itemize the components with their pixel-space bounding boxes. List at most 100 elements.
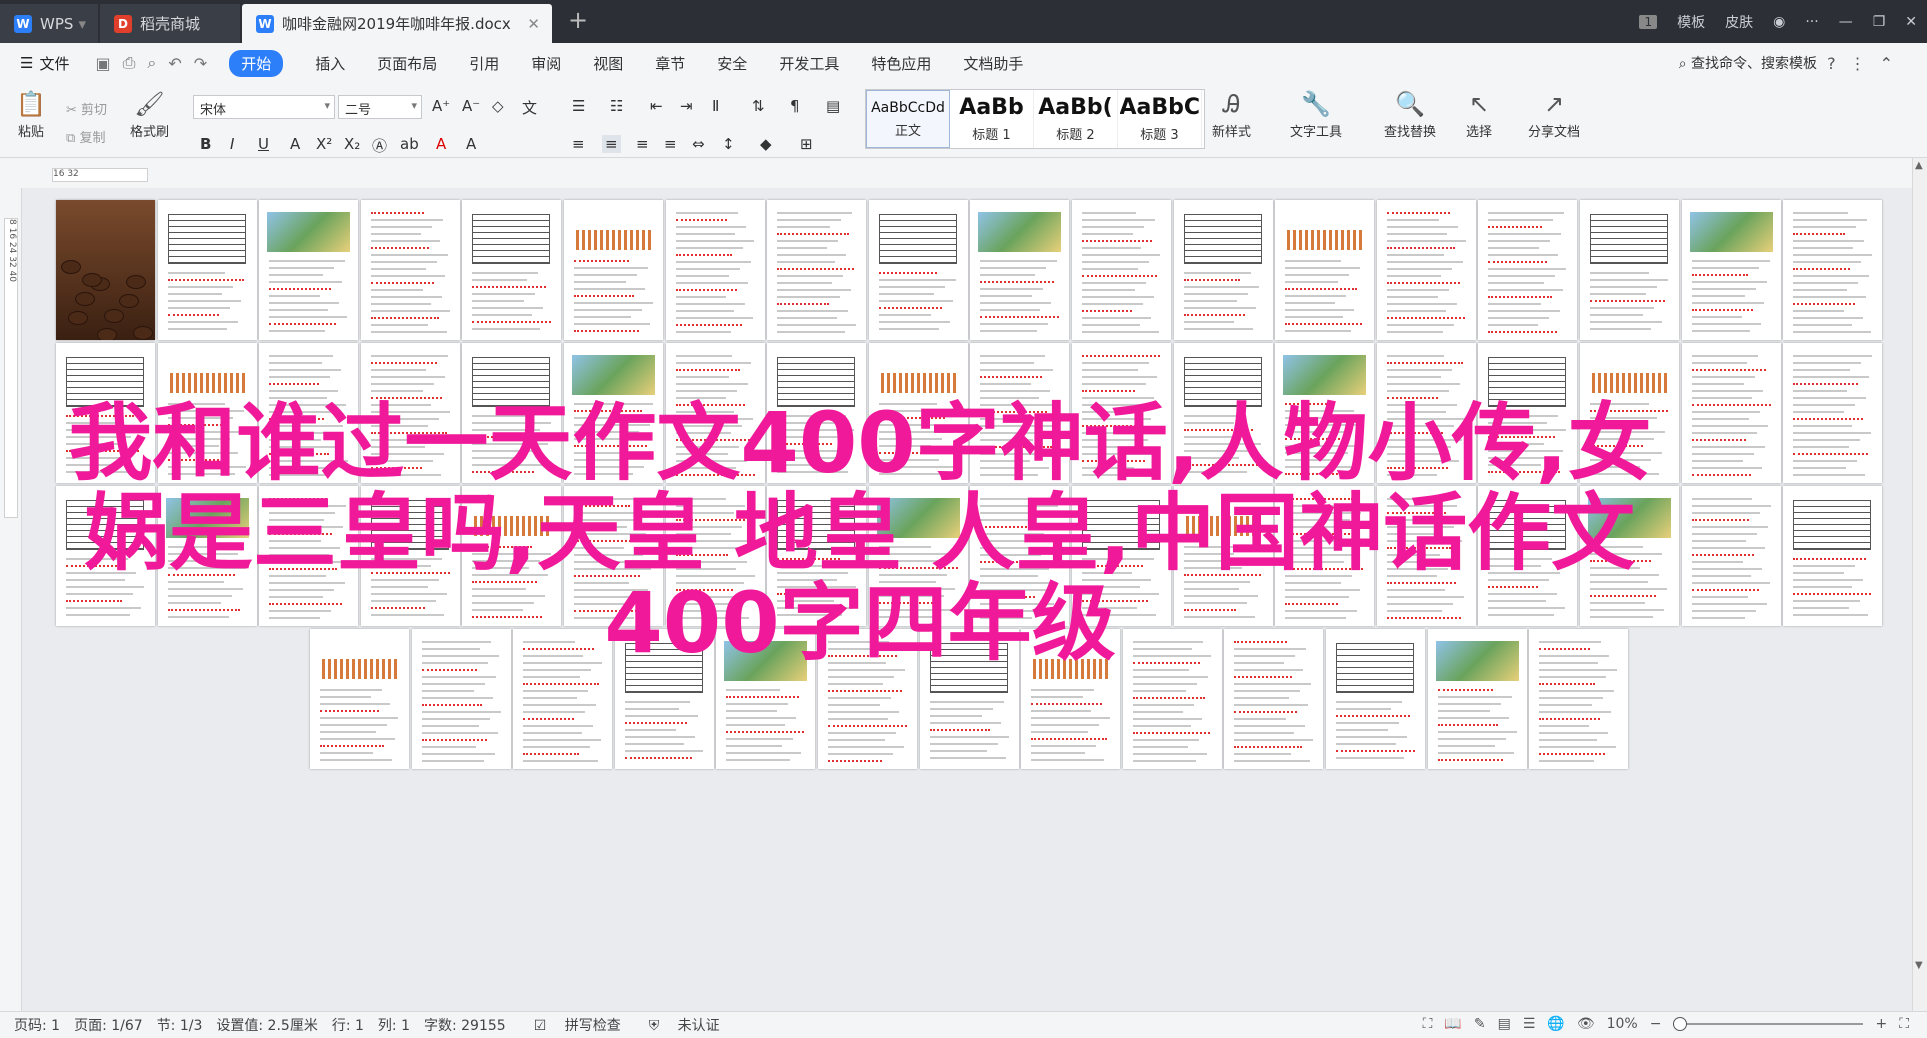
auth-button[interactable]: ⛨ 未认证: [635, 1015, 720, 1035]
preview-icon[interactable]: ⌕: [147, 53, 156, 73]
page-thumbnail[interactable]: [310, 629, 409, 769]
page-thumbnail[interactable]: [868, 200, 968, 340]
page-thumbnail[interactable]: [360, 486, 460, 626]
page-thumbnail[interactable]: [1783, 200, 1883, 340]
ruler-scale[interactable]: 16 32: [52, 168, 148, 182]
status-page[interactable]: 页面: 1/67: [74, 1015, 143, 1035]
page-thumbnail[interactable]: [157, 200, 257, 340]
page-thumbnail[interactable]: [1326, 629, 1425, 769]
align-center-icon[interactable]: ≡: [602, 135, 621, 153]
tab-features[interactable]: 特色应用: [871, 53, 931, 74]
page-thumbnail[interactable]: [665, 200, 765, 340]
page-thumbnail[interactable]: [767, 200, 867, 340]
page-thumbnail[interactable]: [1072, 486, 1171, 626]
copy-button[interactable]: ⧉ 复制: [66, 127, 105, 146]
page-thumbnail[interactable]: [665, 343, 765, 483]
subscript-icon[interactable]: X₂: [344, 135, 360, 153]
bullet-list-icon[interactable]: ☰: [572, 97, 585, 115]
new-style-button[interactable]: Ꭿ 新样式: [1212, 87, 1251, 140]
scroll-down-icon[interactable]: ▼: [1915, 960, 1923, 971]
page-view-icon[interactable]: ▤: [1498, 1016, 1511, 1032]
tab-review[interactable]: 审阅: [531, 53, 561, 74]
find-replace-button[interactable]: 🔍 查找替换: [1384, 87, 1436, 140]
tab-view[interactable]: 视图: [593, 53, 623, 74]
paste-button[interactable]: 📋 粘贴: [14, 87, 48, 140]
page-thumbnail[interactable]: [716, 629, 816, 769]
page-thumbnail[interactable]: [1072, 343, 1171, 483]
fullscreen-icon[interactable]: ⛶: [1423, 1016, 1433, 1032]
shrink-font-icon[interactable]: A⁻: [462, 97, 480, 115]
page-thumbnail[interactable]: [1681, 486, 1781, 626]
outline-view-icon[interactable]: ☰: [1523, 1016, 1536, 1032]
page-thumbnail[interactable]: [56, 486, 155, 626]
page-thumbnail[interactable]: [1173, 486, 1273, 626]
close-icon[interactable]: ✕: [1905, 14, 1917, 30]
page-thumbnail[interactable]: [818, 629, 917, 769]
page-thumbnail[interactable]: [513, 629, 613, 769]
page-thumbnail[interactable]: [1580, 343, 1679, 483]
zoom-level[interactable]: 10%: [1607, 1016, 1638, 1032]
page-thumbnail[interactable]: [614, 629, 714, 769]
show-marks-icon[interactable]: ¶: [790, 97, 800, 115]
share-doc-button[interactable]: ↗ 分享文档: [1528, 87, 1580, 140]
redo-icon[interactable]: ↷: [194, 54, 207, 73]
document-canvas[interactable]: [22, 188, 1912, 1011]
page-thumbnail[interactable]: [462, 200, 562, 340]
page-thumbnail[interactable]: [462, 486, 562, 626]
page-thumbnail[interactable]: [56, 200, 155, 340]
page-thumbnail[interactable]: [1275, 343, 1375, 483]
align-left-icon[interactable]: ≡: [572, 135, 585, 153]
zoom-in-icon[interactable]: +: [1875, 1016, 1887, 1032]
page-thumbnail[interactable]: [259, 343, 359, 483]
collapse-icon[interactable]: ⌃: [1880, 54, 1907, 73]
justify-icon[interactable]: ≡: [664, 135, 677, 153]
page-thumbnail[interactable]: [1173, 200, 1273, 340]
page-thumbnail[interactable]: [1021, 629, 1121, 769]
page-thumbnail[interactable]: [1529, 629, 1629, 769]
page-thumbnail[interactable]: [1376, 200, 1476, 340]
page-thumbnail[interactable]: [1580, 200, 1679, 340]
page-thumbnail[interactable]: [868, 343, 968, 483]
page-thumbnail[interactable]: [462, 343, 562, 483]
page-thumbnail[interactable]: [665, 486, 765, 626]
text-tools-button[interactable]: 🔧 文字工具: [1290, 87, 1342, 140]
select-button[interactable]: ↖ 选择: [1462, 87, 1496, 140]
scroll-up-icon[interactable]: ▲: [1915, 160, 1923, 171]
page-thumbnail[interactable]: [1173, 343, 1273, 483]
print-icon[interactable]: ⎙: [123, 53, 136, 73]
page-thumbnail[interactable]: [564, 200, 663, 340]
page-thumbnail[interactable]: [1122, 629, 1222, 769]
sort-icon[interactable]: ⇅: [752, 97, 765, 115]
decrease-indent-icon[interactable]: ⇤: [650, 97, 663, 115]
template-button[interactable]: 模板: [1677, 12, 1705, 32]
bold-icon[interactable]: B: [200, 135, 211, 153]
page-thumbnail[interactable]: [360, 200, 460, 340]
avatar[interactable]: ◉: [1773, 14, 1785, 30]
eye-protect-icon[interactable]: 👁: [1577, 1016, 1595, 1032]
page-thumbnail[interactable]: [970, 486, 1070, 626]
underline-icon[interactable]: U: [258, 135, 269, 153]
shading-icon[interactable]: ◆: [760, 135, 772, 153]
status-word-count[interactable]: 字数: 29155: [424, 1015, 506, 1035]
page-thumbnail[interactable]: [970, 200, 1070, 340]
status-page-number[interactable]: 页码: 1: [14, 1015, 60, 1035]
tab-security[interactable]: 安全: [717, 53, 747, 74]
tab-references[interactable]: 引用: [469, 53, 499, 74]
style-heading-2[interactable]: AaBb( 标题 2: [1034, 90, 1118, 148]
table-format-icon[interactable]: ▤: [826, 97, 840, 115]
page-thumbnail[interactable]: [1681, 343, 1781, 483]
page-thumbnail[interactable]: [56, 343, 155, 483]
cut-button[interactable]: ✂ 剪切: [66, 99, 107, 118]
status-section[interactable]: 节: 1/3: [157, 1015, 203, 1035]
page-thumbnail[interactable]: [1478, 486, 1578, 626]
page-thumbnail[interactable]: [1681, 200, 1781, 340]
undo-icon[interactable]: ↶: [168, 54, 181, 73]
increase-indent-icon[interactable]: ⇥: [680, 97, 693, 115]
page-thumbnail[interactable]: [767, 486, 867, 626]
distribute-icon[interactable]: ⇔: [692, 135, 705, 153]
skin-button[interactable]: 皮肤: [1725, 12, 1753, 32]
page-thumbnail[interactable]: [157, 343, 257, 483]
style-normal[interactable]: AaBbCcDd 正文: [866, 90, 950, 148]
phonetic-icon[interactable]: 文: [522, 97, 537, 118]
numbered-list-icon[interactable]: ☷: [610, 97, 623, 115]
